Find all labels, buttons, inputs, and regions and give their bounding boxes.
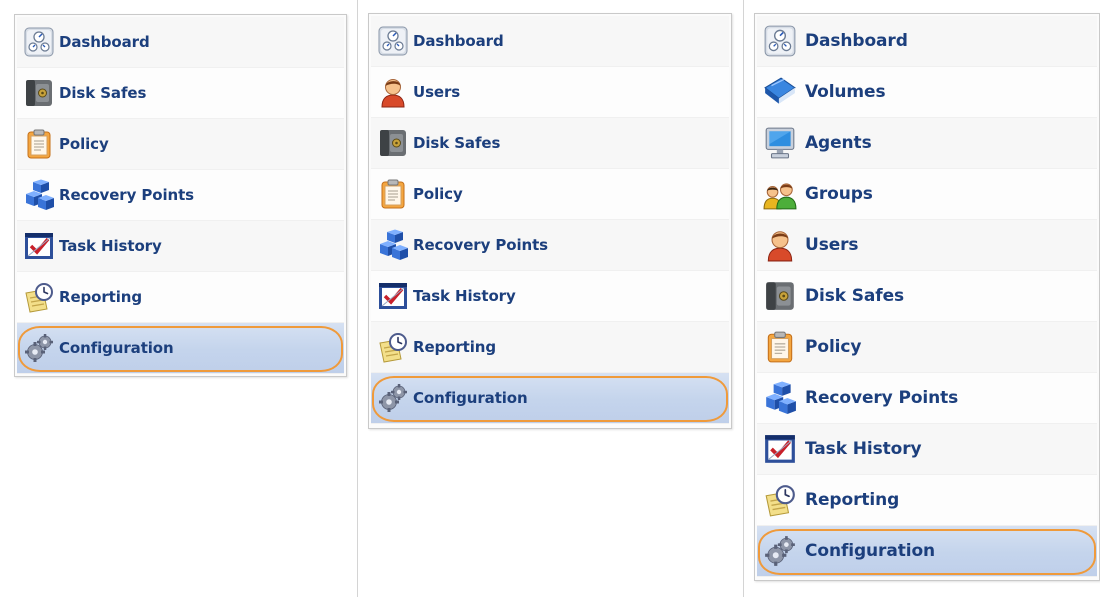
menu-item-disk-safes[interactable]: Disk Safes [757, 271, 1097, 322]
agents-icon [763, 126, 797, 160]
menu-item-label: Reporting [59, 288, 142, 306]
reporting-icon [377, 331, 409, 363]
policy-icon [763, 330, 797, 364]
menu-item-disk-safes[interactable]: Disk Safes [17, 68, 344, 119]
menu-item-label: Configuration [805, 541, 936, 561]
recovery-points-icon [763, 381, 797, 415]
menu-item-label: Policy [413, 185, 463, 203]
disk-safe-icon [763, 279, 797, 313]
dashboard-icon [23, 26, 55, 58]
menu-item-agents[interactable]: Agents [757, 118, 1097, 169]
menu-item-policy[interactable]: Policy [757, 322, 1097, 373]
menu-item-label: Users [805, 235, 859, 255]
reporting-icon [23, 281, 55, 313]
column-divider-right [743, 0, 744, 597]
policy-icon [23, 128, 55, 160]
menu-item-label: Configuration [59, 339, 174, 357]
menu-item-groups[interactable]: Groups [757, 169, 1097, 220]
menu-item-label: Reporting [805, 490, 900, 510]
menu-item-label: Reporting [413, 338, 496, 356]
column-divider-left [357, 0, 358, 597]
disk-safe-icon [23, 77, 55, 109]
menu-item-label: Recovery Points [413, 236, 548, 254]
menu-item-recovery-points[interactable]: Recovery Points [17, 170, 344, 221]
task-history-icon [23, 230, 55, 262]
policy-icon [377, 178, 409, 210]
menu-item-label: Recovery Points [59, 186, 194, 204]
users-icon [763, 228, 797, 262]
configuration-icon [763, 534, 797, 568]
menu-item-recovery-points[interactable]: Recovery Points [371, 220, 729, 271]
dashboard-icon [377, 25, 409, 57]
menu-item-reporting[interactable]: Reporting [371, 322, 729, 373]
nav-menu-panel-1: Dashboard Disk Safes Policy Recovery Poi… [14, 14, 347, 377]
menu-item-configuration[interactable]: Configuration [17, 323, 344, 374]
menu-item-label: Agents [805, 133, 872, 153]
nav-menu-panel-3: Dashboard Volumes Agents Groups Users Di… [754, 13, 1100, 581]
menu-item-label: Recovery Points [805, 388, 959, 408]
menu-item-task-history[interactable]: Task History [17, 221, 344, 272]
menu-item-reporting[interactable]: Reporting [757, 475, 1097, 526]
menu-item-label: Disk Safes [413, 134, 501, 152]
menu-item-label: Policy [59, 135, 109, 153]
menu-item-dashboard[interactable]: Dashboard [17, 17, 344, 68]
nav-menu-panel-2: Dashboard Users Disk Safes Policy Recove… [368, 13, 732, 429]
menu-item-task-history[interactable]: Task History [371, 271, 729, 322]
menu-item-label: Task History [805, 439, 922, 459]
task-history-icon [763, 432, 797, 466]
configuration-icon [23, 332, 55, 364]
volumes-icon [763, 75, 797, 109]
menu-item-label: Task History [413, 287, 516, 305]
menu-item-label: Task History [59, 237, 162, 255]
menu-item-dashboard[interactable]: Dashboard [371, 16, 729, 67]
task-history-icon [377, 280, 409, 312]
menu-item-label: Users [413, 83, 461, 101]
menu-item-disk-safes[interactable]: Disk Safes [371, 118, 729, 169]
recovery-points-icon [23, 179, 55, 211]
menu-item-policy[interactable]: Policy [371, 169, 729, 220]
menu-item-dashboard[interactable]: Dashboard [757, 16, 1097, 67]
menu-item-label: Dashboard [413, 32, 504, 50]
menu-item-label: Dashboard [59, 33, 150, 51]
disk-safe-icon [377, 127, 409, 159]
configuration-icon [377, 382, 409, 414]
users-icon [377, 76, 409, 108]
menu-item-label: Configuration [413, 389, 528, 407]
menu-item-reporting[interactable]: Reporting [17, 272, 344, 323]
menu-item-label: Disk Safes [805, 286, 905, 306]
menu-item-users[interactable]: Users [371, 67, 729, 118]
menu-item-task-history[interactable]: Task History [757, 424, 1097, 475]
recovery-points-icon [377, 229, 409, 261]
menu-item-users[interactable]: Users [757, 220, 1097, 271]
menu-item-configuration[interactable]: Configuration [371, 373, 729, 424]
reporting-icon [763, 483, 797, 517]
menu-item-label: Groups [805, 184, 873, 204]
dashboard-icon [763, 24, 797, 58]
menu-item-policy[interactable]: Policy [17, 119, 344, 170]
menu-item-volumes[interactable]: Volumes [757, 67, 1097, 118]
groups-icon [763, 177, 797, 211]
menu-item-label: Dashboard [805, 31, 908, 51]
menu-item-recovery-points[interactable]: Recovery Points [757, 373, 1097, 424]
menu-item-configuration[interactable]: Configuration [757, 526, 1097, 577]
menu-item-label: Volumes [805, 82, 886, 102]
menu-item-label: Disk Safes [59, 84, 147, 102]
menu-item-label: Policy [805, 337, 862, 357]
